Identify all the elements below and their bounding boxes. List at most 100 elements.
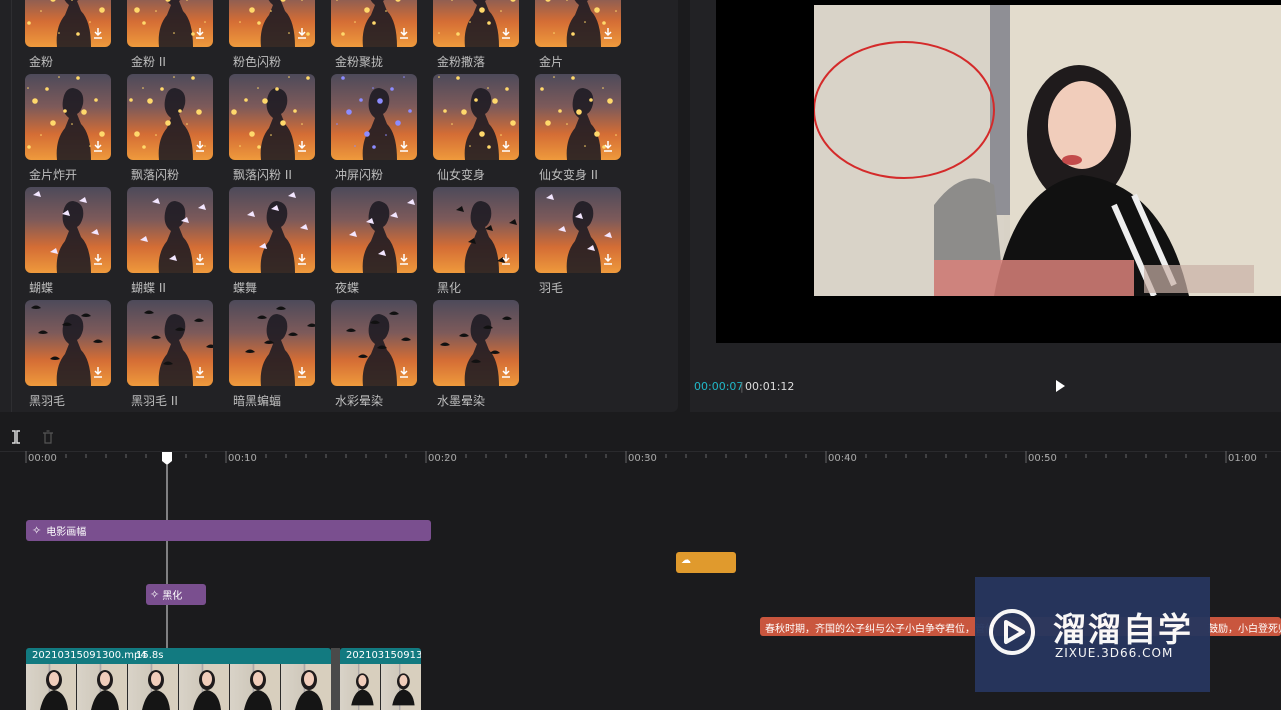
download-icon[interactable] [193,366,207,380]
time-separator: | [740,380,744,393]
ruler-label: 00:20 [428,453,457,464]
effect-clip-blacken[interactable]: ✧ 黑化 [146,584,206,605]
effect-clip-blacken-label: 黑化 [162,591,183,602]
cloud-icon: ☁ [681,555,691,566]
download-icon[interactable] [601,253,615,267]
watermark-brand: 溜溜自学 [1053,610,1193,649]
effect-tile[interactable] [433,300,519,386]
download-icon[interactable] [397,140,411,154]
ruler-label: 01:00 [1228,453,1257,464]
effect-tile-label: 金片 [539,55,564,69]
effect-tile-label: 金粉聚拢 [335,55,384,69]
effect-clip-film-label: 电影画幅 [46,527,87,538]
effect-tile[interactable] [229,300,315,386]
effect-tile-label: 水彩晕染 [335,394,384,408]
download-icon[interactable] [601,27,615,41]
download-icon[interactable] [91,366,105,380]
video-clip-2-header: 20210315091300. [340,648,421,664]
ruler-label: 00:40 [828,453,857,464]
transition-handle[interactable] [331,648,340,710]
download-icon[interactable] [499,253,513,267]
video-clip-1[interactable]: 20210315091300.mp4 15.8s [26,648,331,710]
download-icon[interactable] [193,253,207,267]
effect-tile-label: 水墨晕染 [437,394,486,408]
effect-tile[interactable] [331,300,417,386]
download-icon[interactable] [397,27,411,41]
effect-tile[interactable] [433,0,519,47]
download-icon[interactable] [91,27,105,41]
effect-tile[interactable] [433,187,519,273]
download-icon[interactable] [295,140,309,154]
effect-tile[interactable] [229,187,315,273]
time-ruler[interactable]: 00:00 00:10 00:20 00:30 00:40 00:50 01:00 [0,451,1281,471]
download-icon[interactable] [499,140,513,154]
effect-clip-film[interactable]: ✧ 电影画幅 [26,520,431,541]
effect-tile-label: 飘落闪粉 II [233,168,292,182]
download-icon[interactable] [499,27,513,41]
effect-tile-label: 金粉撒落 [437,55,486,69]
split-icon[interactable] [10,430,22,444]
sparkle-icon: ✧ [32,524,42,537]
total-time: 00:01:12 [745,380,795,393]
download-icon[interactable] [295,366,309,380]
effect-tile-label: 金粉 [29,55,54,69]
effect-tile-label: 暗黑蝙蝠 [233,394,282,408]
download-icon[interactable] [295,27,309,41]
effect-tile[interactable] [25,0,111,47]
watermark-logo: 溜溜自学 ZIXUE.3D66.COM [975,577,1210,692]
download-icon[interactable] [397,366,411,380]
effect-tile[interactable] [331,74,417,160]
download-icon[interactable] [295,253,309,267]
ruler-label: 00:50 [1028,453,1057,464]
video-clip-1-header: 20210315091300.mp4 15.8s [26,648,331,664]
download-icon[interactable] [601,140,615,154]
delete-icon[interactable] [42,430,54,444]
effect-tile-label: 黑化 [437,281,462,295]
effect-tile[interactable] [535,0,621,47]
video-thumbnail [128,664,178,710]
video-clip-1-name: 20210315091300.mp4 [32,650,147,661]
video-clip-2-thumbnails [340,664,421,710]
preview-panel: 00:00:07 | 00:01:12 [690,0,1281,412]
video-thumbnail [26,664,76,710]
effect-tile-label: 冲屏闪粉 [335,168,384,182]
effect-tile[interactable] [127,0,213,47]
download-icon[interactable] [91,140,105,154]
effect-tile-label: 飘落闪粉 [131,168,180,182]
effect-tile[interactable] [25,74,111,160]
effect-tile-label: 粉色闪粉 [233,55,282,69]
effect-tile-label: 黑羽毛 [29,394,66,408]
effect-tile[interactable] [127,300,213,386]
effect-tile-label: 仙女变身 [437,168,486,182]
download-icon[interactable] [499,366,513,380]
effect-tile-label: 蝴蝶 II [131,281,166,295]
sticker-clip[interactable]: ☁ [676,552,736,573]
effect-tile-label: 蝶舞 [233,281,258,295]
effect-tile-label: 金粉 II [131,55,166,69]
video-thumbnail [381,664,421,710]
effect-tile[interactable] [229,0,315,47]
ruler-label: 00:10 [228,453,257,464]
subtitle-clip-text: 春秋时期，齐国的公子纠与公子小白争夺君位，管仲 [765,624,995,635]
ruler-label: 00:00 [28,453,57,464]
effect-tile[interactable] [25,187,111,273]
download-icon[interactable] [193,140,207,154]
effect-tile[interactable] [331,0,417,47]
effect-tile[interactable] [535,187,621,273]
download-icon[interactable] [397,253,411,267]
download-icon[interactable] [193,27,207,41]
effect-tile[interactable] [25,300,111,386]
effect-tile[interactable] [535,74,621,160]
video-player[interactable] [716,0,1281,343]
video-clip-1-duration: 15.8s [136,650,164,661]
video-clip-2[interactable]: 20210315091300. [340,648,421,710]
effect-tile[interactable] [229,74,315,160]
download-icon[interactable] [91,253,105,267]
timeline: 00:00 00:10 00:20 00:30 00:40 00:50 01:00 ✧ 电影… [0,421,1281,710]
effect-tile[interactable] [127,74,213,160]
effect-tile-label: 仙女变身 II [539,168,598,182]
effect-tile[interactable] [127,187,213,273]
play-icon[interactable] [1053,379,1067,393]
effect-tile[interactable] [433,74,519,160]
effect-tile[interactable] [331,187,417,273]
